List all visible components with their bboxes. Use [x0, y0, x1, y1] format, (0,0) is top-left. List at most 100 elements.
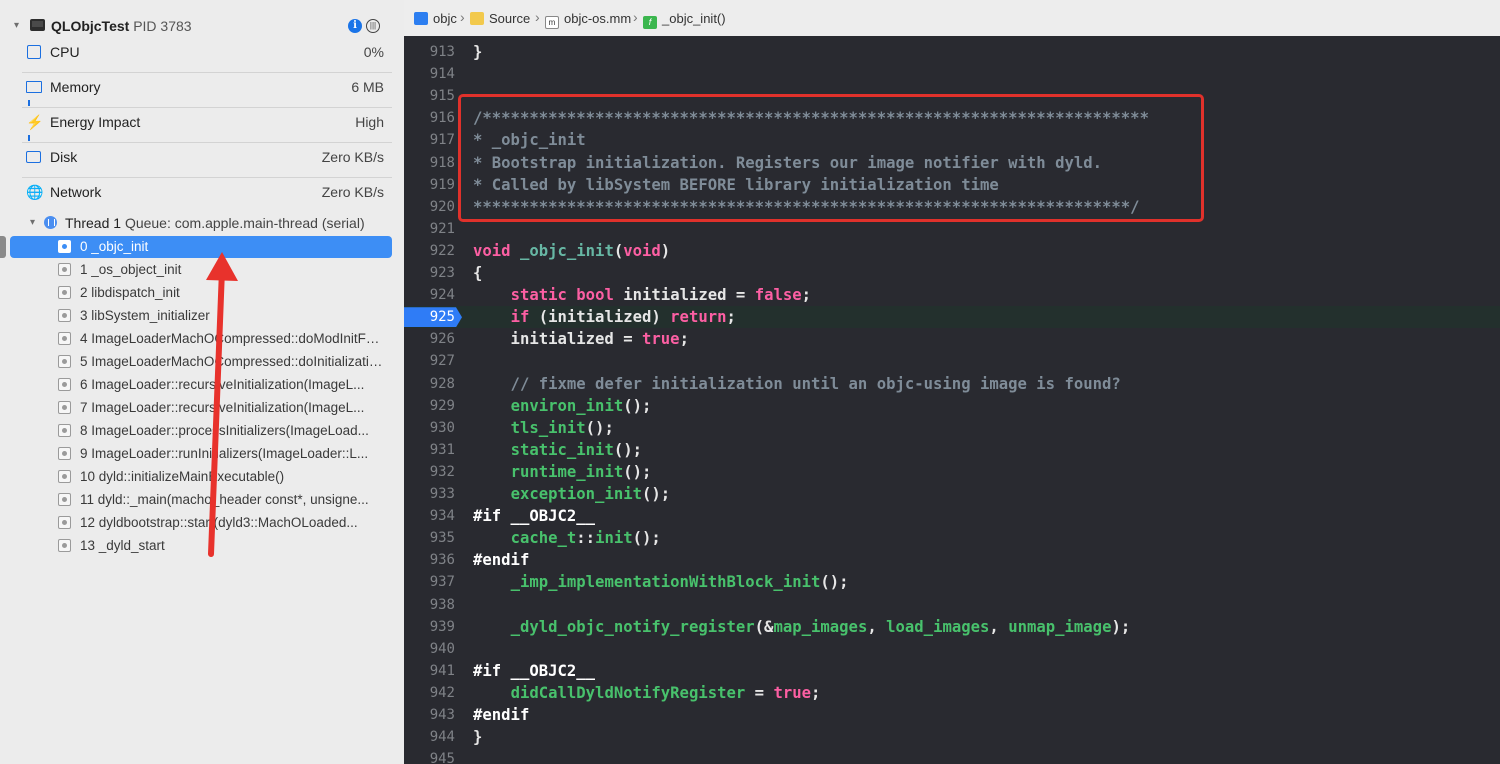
code-line[interactable]: 913} [404, 41, 1500, 63]
frame-label: 1 _os_object_init [80, 262, 182, 277]
breadcrumb-folder[interactable]: Source [470, 11, 530, 26]
line-number[interactable]: 945 [404, 748, 455, 764]
line-number[interactable]: 943 [404, 704, 455, 726]
line-number[interactable]: 932 [404, 461, 455, 483]
stack-frame-row[interactable]: 4 ImageLoaderMachOCompressed::doModInitF… [10, 328, 392, 350]
code-line[interactable]: 914 [404, 63, 1500, 85]
chevron-right-icon: › [535, 9, 540, 25]
line-number[interactable]: 939 [404, 616, 455, 638]
code-token: ; [801, 286, 812, 305]
code-line[interactable]: 944} [404, 726, 1500, 748]
line-number[interactable]: 927 [404, 350, 455, 372]
line-number[interactable]: 913 [404, 41, 455, 63]
line-number[interactable]: 930 [404, 417, 455, 439]
code-line[interactable]: 931 static_init(); [404, 439, 1500, 461]
thread-options-icon[interactable]: ||| [366, 19, 380, 33]
code-line[interactable]: 942 didCallDyldNotifyRegister = true; [404, 682, 1500, 704]
line-number[interactable]: 918 [404, 152, 455, 174]
gauge-network[interactable]: 🌐 Network Zero KB/s [22, 178, 392, 213]
line-number[interactable]: 922 [404, 240, 455, 262]
gauge-energy[interactable]: ⚡ Energy Impact High [22, 108, 392, 143]
code-token: cache_t [510, 529, 577, 548]
code-token: initialized = [473, 330, 642, 349]
line-number[interactable]: 926 [404, 328, 455, 350]
stack-frame-row[interactable]: 12 dyldbootstrap::start(dyld3::MachOLoad… [10, 512, 392, 534]
breadcrumb-file[interactable]: m objc-os.mm [545, 11, 631, 29]
stack-frame-row[interactable]: 10 dyld::initializeMainExecutable() [10, 466, 392, 488]
code-line[interactable]: 927 [404, 350, 1500, 372]
code-line[interactable]: 939 _dyld_objc_notify_register(&map_imag… [404, 616, 1500, 638]
gauge-disk[interactable]: Disk Zero KB/s [22, 143, 392, 178]
gauge-cpu[interactable]: CPU 0% [22, 38, 392, 73]
code-token: static [510, 286, 567, 305]
code-line[interactable]: 923 { [404, 262, 1500, 284]
code-line[interactable]: 936 #endif [404, 549, 1500, 571]
code-line[interactable]: 924 static bool initialized = false; [404, 284, 1500, 306]
line-number[interactable]: 919 [404, 174, 455, 196]
program-counter-marker [0, 236, 6, 258]
stack-frame-row[interactable]: 8 ImageLoader::processInitializers(Image… [10, 420, 392, 442]
current-line[interactable]: 925 if (initialized) return; [404, 306, 1500, 329]
code-line[interactable]: 926 initialized = true; [404, 328, 1500, 350]
stack-frame-row[interactable]: 1 _os_object_init [10, 259, 392, 281]
line-number[interactable]: 936 [404, 549, 455, 571]
line-number[interactable]: 933 [404, 483, 455, 505]
chevron-down-icon[interactable]: ▾ [14, 20, 19, 31]
stack-frame-row[interactable]: 11 dyld::_main(macho_header const*, unsi… [10, 489, 392, 511]
code-line[interactable]: 933 exception_init(); [404, 483, 1500, 505]
code-token: void [473, 241, 511, 260]
code-line[interactable]: 935 cache_t::init(); [404, 527, 1500, 549]
code-line[interactable]: 930 tls_init(); [404, 417, 1500, 439]
code-line[interactable]: 929 environ_init(); [404, 395, 1500, 417]
line-number[interactable]: 920 [404, 196, 455, 218]
line-number[interactable]: 914 [404, 63, 455, 85]
code-line[interactable]: 938 [404, 594, 1500, 616]
line-number[interactable]: 929 [404, 395, 455, 417]
line-number[interactable]: 916 [404, 107, 455, 129]
chevron-down-icon[interactable]: ▾ [30, 217, 35, 228]
gauge-memory[interactable]: Memory 6 MB [22, 73, 392, 108]
line-number[interactable]: 941 [404, 660, 455, 682]
code-line[interactable]: 937 _imp_implementationWithBlock_init(); [404, 571, 1500, 593]
line-number[interactable]: 917 [404, 129, 455, 151]
breadcrumb-project[interactable]: objc [414, 11, 457, 26]
code-line[interactable]: 928 // fixme defer initialization until … [404, 373, 1500, 395]
line-number[interactable]: 928 [404, 373, 455, 395]
line-source: #if __OBJC2__ [473, 660, 595, 682]
line-number[interactable]: 934 [404, 505, 455, 527]
stack-frame-row[interactable]: 3 libSystem_initializer [10, 305, 392, 327]
process-row[interactable]: ▾ QLObjcTest PID 3783 i ||| [0, 14, 404, 38]
code-line[interactable]: 940 [404, 638, 1500, 660]
line-number[interactable]: 938 [404, 594, 455, 616]
line-number[interactable]: 940 [404, 638, 455, 660]
info-icon[interactable]: i [348, 19, 362, 33]
stack-frame-row[interactable]: 5 ImageLoaderMachOCompressed::doInitiali… [10, 351, 392, 373]
code-line[interactable]: 941 #if __OBJC2__ [404, 660, 1500, 682]
frame-icon [58, 309, 71, 322]
line-number[interactable]: 921 [404, 218, 455, 240]
line-number[interactable]: 923 [404, 262, 455, 284]
stack-frame-row[interactable]: 0 _objc_init [10, 236, 392, 258]
stack-frame-row[interactable]: 9 ImageLoader::runInitializers(ImageLoad… [10, 443, 392, 465]
line-number[interactable]: 915 [404, 85, 455, 107]
line-number[interactable]: 937 [404, 571, 455, 593]
code-line[interactable]: 943 #endif [404, 704, 1500, 726]
stack-frame-row[interactable]: 13 _dyld_start [10, 535, 392, 557]
stack-frame-row[interactable]: 2 libdispatch_init [10, 282, 392, 304]
line-number[interactable]: 925 [404, 306, 455, 328]
code-token: map_images [773, 617, 868, 636]
stack-frame-row[interactable]: 6 ImageLoader::recursiveInitialization(I… [10, 374, 392, 396]
line-number[interactable]: 942 [404, 682, 455, 704]
code-line[interactable]: 932 runtime_init(); [404, 461, 1500, 483]
line-number[interactable]: 944 [404, 726, 455, 748]
stack-frame-row[interactable]: 7 ImageLoader::recursiveInitialization(I… [10, 397, 392, 419]
code-line[interactable]: 922 void _objc_init(void) [404, 240, 1500, 262]
line-number[interactable]: 935 [404, 527, 455, 549]
thread-row[interactable]: ▾ Thread 1 Queue: com.apple.main-thread … [0, 212, 404, 234]
line-number[interactable]: 931 [404, 439, 455, 461]
breadcrumb-function[interactable]: f _objc_init() [643, 11, 726, 29]
code-line[interactable]: 934 #if __OBJC2__ [404, 505, 1500, 527]
line-number[interactable]: 924 [404, 284, 455, 306]
code-line[interactable]: 945 [404, 748, 1500, 764]
